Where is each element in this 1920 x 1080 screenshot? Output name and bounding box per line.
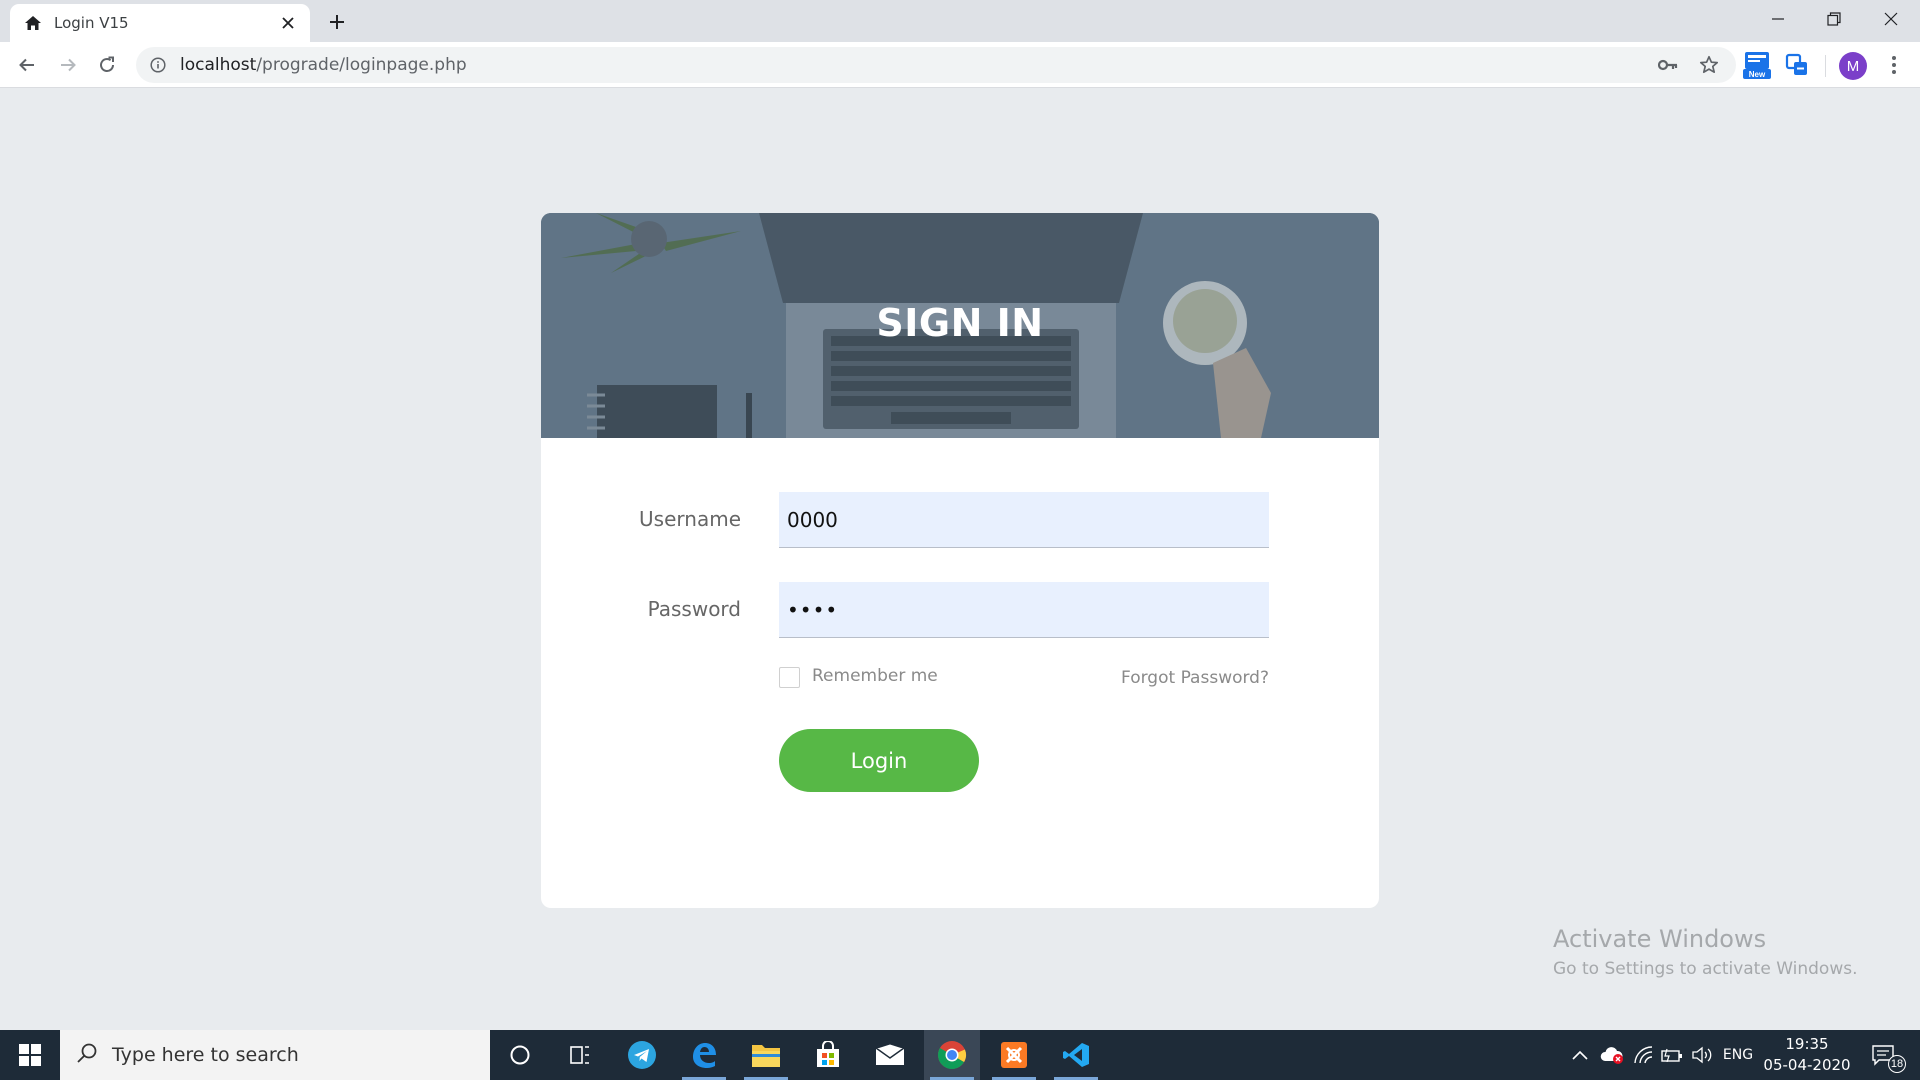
key-icon[interactable]	[1653, 50, 1683, 80]
translate-extension-icon[interactable]	[1782, 50, 1812, 80]
tab-title: Login V15	[54, 14, 129, 32]
mail-icon[interactable]	[862, 1030, 918, 1080]
username-input[interactable]: 0000	[779, 492, 1269, 548]
login-card: SIGN IN Username 0000 Password •••• Reme…	[541, 213, 1379, 908]
back-button[interactable]	[11, 49, 43, 81]
extension-new-icon[interactable]: New	[1742, 50, 1772, 80]
home-icon	[22, 12, 44, 34]
remember-me-checkbox[interactable]	[779, 667, 800, 688]
wifi-icon[interactable]	[1630, 1030, 1656, 1080]
browser-tab-strip: Login V15	[0, 0, 1920, 42]
microsoft-store-icon[interactable]	[800, 1030, 856, 1080]
sign-in-heading: SIGN IN	[876, 301, 1044, 345]
toolbar-divider	[1825, 55, 1826, 77]
remember-me-label[interactable]: Remember me	[812, 666, 938, 686]
search-placeholder: Type here to search	[112, 1044, 299, 1066]
clock-time: 19:35	[1785, 1035, 1829, 1053]
reload-button[interactable]	[91, 49, 123, 81]
activate-windows-watermark: Activate Windows Go to Settings to activ…	[1553, 925, 1858, 979]
clock-date: 05-04-2020	[1763, 1056, 1851, 1074]
task-view-icon[interactable]	[552, 1030, 608, 1080]
info-icon[interactable]	[148, 55, 168, 75]
language-indicator[interactable]: ENG	[1718, 1030, 1758, 1080]
chrome-icon[interactable]	[924, 1030, 980, 1080]
username-label: Username	[639, 507, 741, 531]
edge-icon[interactable]	[676, 1030, 732, 1080]
onedrive-error-icon[interactable]	[1598, 1030, 1626, 1080]
telegram-icon[interactable]	[614, 1030, 670, 1080]
password-input[interactable]: ••••	[779, 582, 1269, 638]
profile-avatar[interactable]: M	[1839, 52, 1867, 80]
browser-tab[interactable]: Login V15	[10, 4, 310, 42]
minimize-button[interactable]	[1749, 0, 1807, 38]
browser-toolbar: localhost/prograde/loginpage.php New M	[0, 42, 1920, 88]
bookmark-star-icon[interactable]	[1694, 50, 1724, 80]
volume-icon[interactable]	[1688, 1030, 1716, 1080]
file-explorer-icon[interactable]	[738, 1030, 794, 1080]
forward-button[interactable]	[52, 49, 84, 81]
show-hidden-icons-chevron[interactable]	[1568, 1030, 1592, 1080]
browser-menu-icon[interactable]	[1879, 50, 1909, 80]
windows-taskbar: Type here to search ENG 19:35 05-04-2020…	[0, 1030, 1920, 1080]
address-bar[interactable]: localhost/prograde/loginpage.php	[136, 47, 1736, 83]
login-button[interactable]: Login	[779, 729, 979, 792]
search-icon	[76, 1042, 98, 1069]
notification-count-badge: 18	[1888, 1055, 1906, 1073]
password-label: Password	[647, 597, 741, 621]
close-window-button[interactable]	[1862, 0, 1920, 38]
cortana-icon[interactable]	[492, 1030, 548, 1080]
xampp-icon[interactable]	[986, 1030, 1042, 1080]
battery-icon[interactable]	[1658, 1030, 1686, 1080]
url-text: localhost/prograde/loginpage.php	[180, 55, 467, 75]
taskbar-search-box[interactable]: Type here to search	[60, 1030, 490, 1080]
forgot-password-link[interactable]: Forgot Password?	[1061, 668, 1269, 688]
new-tab-button[interactable]	[322, 9, 352, 35]
vscode-icon[interactable]	[1048, 1030, 1104, 1080]
taskbar-clock[interactable]: 19:35 05-04-2020	[1762, 1034, 1852, 1076]
activate-windows-title: Activate Windows	[1553, 925, 1767, 953]
windows-start-button[interactable]	[0, 1030, 60, 1080]
activate-windows-subtitle: Go to Settings to activate Windows.	[1553, 959, 1858, 979]
close-tab-icon[interactable]	[278, 13, 298, 33]
restore-button[interactable]	[1805, 0, 1863, 38]
hero-banner: SIGN IN	[541, 213, 1379, 438]
svg-text:New: New	[1749, 70, 1766, 79]
